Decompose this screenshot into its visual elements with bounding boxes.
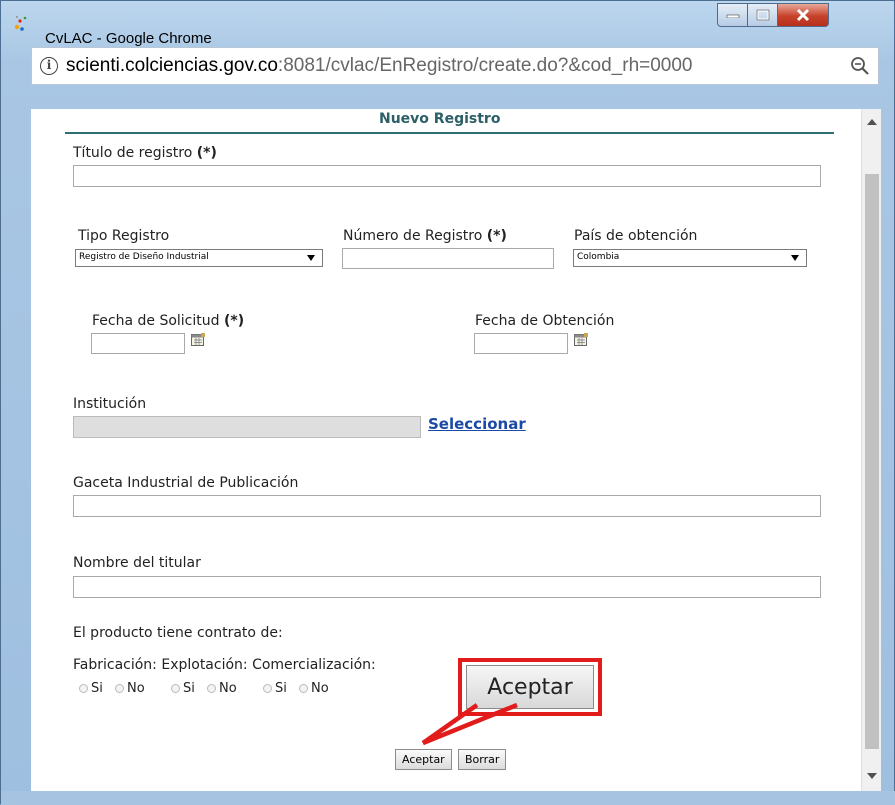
contrato-label: El producto tiene contrato de: [73, 625, 283, 641]
fecha-solicitud-label: Fecha de Solicitud (*) [92, 313, 244, 329]
comercializacion-si-option[interactable]: Si [262, 681, 287, 696]
chevron-down-icon [307, 255, 315, 261]
zoom-icon[interactable] [850, 56, 870, 76]
titulo-input[interactable] [73, 165, 821, 187]
required-mark: (*) [486, 228, 507, 244]
contrato-types-label: Fabricación: Explotación: Comercializaci… [73, 657, 376, 673]
tipo-registro-value: Registro de Diseño Industrial [79, 252, 209, 262]
minimize-button[interactable] [717, 3, 748, 27]
page-title: Nuevo Registro [379, 111, 501, 127]
titular-input[interactable] [73, 576, 821, 598]
url-text[interactable]: scienti.colciencias.gov.co:8081/cvlac/En… [66, 55, 693, 77]
calendar-icon[interactable] [191, 333, 205, 346]
radio-button[interactable] [79, 684, 88, 693]
window-bottom-border [1, 791, 895, 805]
explotacion-no-option[interactable]: No [207, 681, 237, 696]
fecha-obtencion-input[interactable] [474, 333, 568, 354]
calendar-icon[interactable] [574, 333, 588, 346]
comercializacion-no-option[interactable]: No [298, 681, 329, 696]
explotacion-si-option[interactable]: Si [170, 681, 195, 696]
radio-si-label: Si [182, 681, 195, 696]
titulo-label-text: Título de registro [73, 145, 193, 161]
pais-value: Colombia [577, 252, 620, 262]
radio-si-label: Si [274, 681, 287, 696]
fecha-solicitud-label-text: Fecha de Solicitud [92, 313, 220, 329]
radio-button[interactable] [262, 684, 272, 693]
fabricacion-no-option[interactable]: No [115, 681, 145, 696]
maximize-button[interactable] [747, 3, 778, 27]
institucion-input [73, 416, 421, 438]
close-icon [796, 8, 810, 22]
required-mark: (*) [196, 145, 217, 161]
aceptar-button[interactable]: Aceptar [395, 749, 452, 770]
numero-registro-label: Número de Registro (*) [343, 228, 507, 244]
title-divider [65, 132, 834, 134]
radio-button[interactable] [298, 684, 308, 693]
fecha-obtencion-label: Fecha de Obtención [475, 313, 615, 329]
radio-button[interactable] [207, 684, 216, 693]
radio-no-label: No [127, 681, 145, 696]
numero-registro-input[interactable] [342, 248, 554, 269]
url-path: :8081/cvlac/EnRegistro/create.do?&cod_rh… [277, 55, 693, 76]
radio-button[interactable] [170, 684, 180, 693]
tipo-registro-label: Tipo Registro [78, 228, 170, 244]
chevron-down-icon [791, 255, 799, 261]
tipo-registro-select[interactable]: Registro de Diseño Industrial [75, 249, 323, 267]
contrato-radio-group: Si No Si No Si No [79, 681, 337, 696]
radio-no-label: No [310, 681, 329, 696]
institucion-label: Institución [73, 396, 147, 412]
numero-label-text: Número de Registro [343, 228, 483, 244]
titulo-label: Título de registro (*) [73, 145, 217, 161]
callout-pointer [421, 702, 518, 746]
radio-button[interactable] [115, 684, 125, 693]
url-host: scienti.colciencias.gov.co [66, 55, 278, 76]
titular-label: Nombre del titular [73, 555, 201, 571]
scroll-up-icon[interactable] [867, 119, 877, 125]
close-button[interactable] [777, 3, 829, 27]
fecha-solicitud-input[interactable] [91, 333, 185, 354]
info-icon[interactable]: i [40, 57, 58, 75]
seleccionar-link[interactable]: Seleccionar [428, 415, 526, 433]
scroll-thumb[interactable] [865, 174, 879, 749]
scrollbar[interactable] [861, 109, 881, 791]
window-title: CvLAC - Google Chrome [45, 30, 212, 47]
pais-select[interactable]: Colombia [573, 249, 807, 267]
required-mark: (*) [223, 313, 245, 329]
minimize-icon [726, 14, 739, 18]
cvlac-app-icon [14, 15, 27, 31]
borrar-button[interactable]: Borrar [458, 749, 507, 770]
gaceta-input[interactable] [73, 495, 821, 517]
radio-si-label: Si [91, 681, 103, 696]
maximize-icon [756, 9, 769, 21]
pais-label: País de obtención [574, 228, 698, 244]
browser-window: CvLAC - Google Chrome i scienti.colcienc… [0, 0, 895, 805]
radio-no-label: No [219, 681, 237, 696]
gaceta-label: Gaceta Industrial de Publicación [73, 475, 299, 491]
scroll-down-icon[interactable] [867, 773, 877, 779]
address-bar[interactable]: i scienti.colciencias.gov.co:8081/cvlac/… [31, 47, 879, 85]
fabricacion-si-option[interactable]: Si [79, 681, 103, 696]
